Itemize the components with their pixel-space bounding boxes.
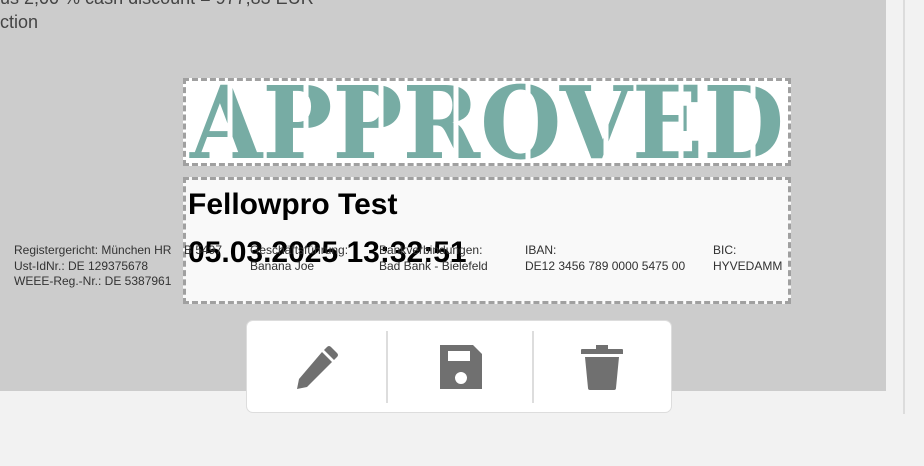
footer-text: Banana Joe xyxy=(250,258,315,273)
footer-text: B 5497 xyxy=(184,243,223,257)
approved-stamp[interactable]: APPROVED xyxy=(183,78,791,166)
document-text-line: ction xyxy=(0,12,39,32)
floppy-disk-icon xyxy=(439,344,482,389)
footer-text: Bankverbindungen: xyxy=(379,243,483,257)
footer-column-register: Registergericht: München HR Ust-IdNr.: D… xyxy=(14,243,171,290)
footer-overlay-iban: IBAN: DE12 3456 789 0000 5475 00 xyxy=(525,243,685,274)
pencil-icon xyxy=(296,345,338,389)
footer-overlay-management: Geschäftsführung: Banana Joe xyxy=(250,243,348,274)
footer-text: DE12 3456 789 0000 5475 00 xyxy=(525,258,686,273)
stamp-signer-name: Fellowpro Test xyxy=(188,188,398,221)
document-text-line: us 2,00 % cash discount = 977,83 EUR xyxy=(0,0,314,9)
footer-text: BIC: xyxy=(713,243,737,257)
footer-text: Ust-IdNr.: DE 129375678 xyxy=(14,258,149,273)
footer-overlay-hrb: B 5497 xyxy=(184,243,222,259)
edit-button[interactable] xyxy=(247,321,386,412)
footer-text: WEEE-Reg.-Nr.: DE 5387961 xyxy=(14,274,172,288)
footer-text: HYVEDAMM xyxy=(713,258,783,273)
stamp-toolbar xyxy=(246,320,672,413)
footer-overlay-bank: Bankverbindungen: Bad Bank - Bielefeld xyxy=(379,243,488,274)
stamp-signature-box[interactable]: Fellowpro Test 05.03.2025 13:32:51 xyxy=(183,177,791,304)
footer-text: Geschäftsführung: xyxy=(250,243,349,257)
scrollbar-track[interactable] xyxy=(903,0,905,414)
approved-stamp-text: APPROVED xyxy=(189,81,784,163)
approved-stamp-graphic: APPROVED xyxy=(189,81,784,163)
footer-text: Bad Bank - Bielefeld xyxy=(379,258,488,273)
footer-text: Registergericht: München HR xyxy=(14,243,172,257)
trash-icon xyxy=(581,344,624,390)
save-button[interactable] xyxy=(388,321,533,412)
footer-text: IBAN: xyxy=(525,243,557,257)
delete-button[interactable] xyxy=(534,321,671,412)
footer-overlay-bic: BIC: HYVEDAMM xyxy=(713,243,782,274)
